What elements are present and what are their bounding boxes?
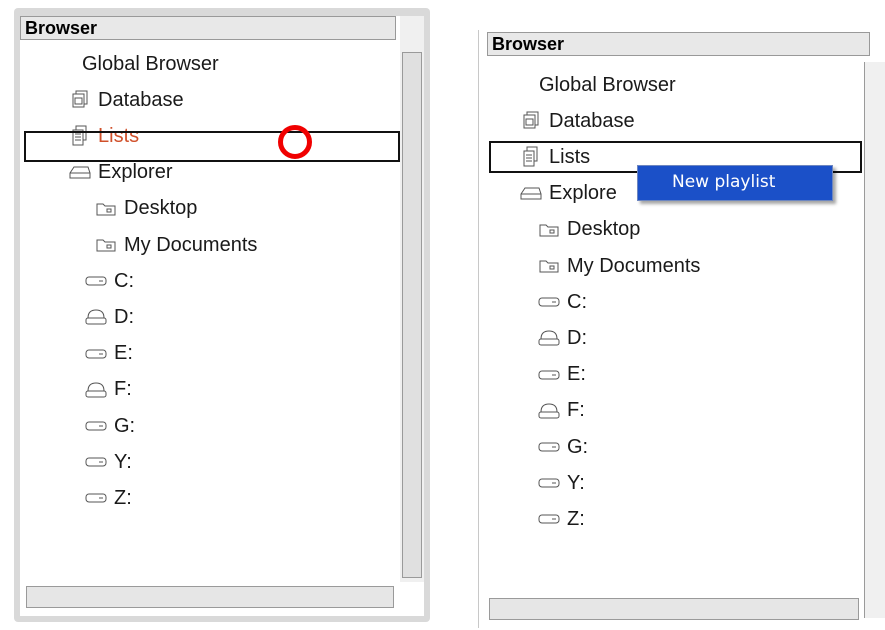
tree-item-label: E:: [114, 342, 133, 365]
tree-item-g[interactable]: G:: [84, 411, 135, 441]
folder-icon: [537, 255, 561, 277]
tree-item-label: Database: [549, 109, 635, 132]
horizontal-scrollbar[interactable]: [26, 586, 394, 608]
tree-item-label: E:: [567, 363, 586, 386]
tree-item-label: F:: [567, 399, 585, 422]
left-browser-panel: Browser Global Browser Database Lists Explo…: [14, 8, 430, 622]
hard-drive-icon: [537, 291, 561, 313]
database-icon: [519, 110, 543, 132]
tree-item-z[interactable]: Z:: [84, 483, 132, 513]
tree-item-f[interactable]: F:: [537, 396, 585, 426]
hard-drive-icon: [537, 364, 561, 386]
folder-icon: [537, 219, 561, 241]
tree-item-label: D:: [114, 305, 134, 328]
tree-item-e[interactable]: E:: [537, 360, 586, 390]
tree-item-g[interactable]: G:: [537, 432, 588, 462]
optical-drive-icon: [84, 379, 108, 401]
tree-item-label: Y:: [567, 471, 585, 494]
tree-item-label: G:: [114, 414, 136, 437]
hard-drive-icon: [84, 451, 108, 473]
database-icon: [68, 89, 92, 111]
hard-drive-icon: [84, 343, 108, 365]
tree-item-my-documents[interactable]: My Documents: [537, 251, 700, 281]
tree-item-label: My Documents: [124, 233, 258, 256]
browser-header: Browser: [487, 32, 870, 56]
click-indicator-circle: [278, 125, 312, 159]
tree-item-desktop[interactable]: Desktop: [537, 215, 640, 245]
drive-tray-icon: [519, 183, 543, 205]
tree-item-database[interactable]: Database: [68, 85, 184, 115]
optical-drive-icon: [537, 327, 561, 349]
tree-item-explore[interactable]: Explore: [519, 179, 617, 209]
folder-icon: [94, 234, 118, 256]
tree-item-global-browser[interactable]: Global Browser: [539, 70, 676, 100]
hard-drive-icon: [84, 270, 108, 292]
tree-item-c[interactable]: C:: [537, 287, 587, 317]
tree-item-label: My Documents: [567, 254, 701, 277]
tree-item-label: F:: [114, 378, 132, 401]
vertical-scrollbar[interactable]: [400, 16, 424, 582]
optical-drive-icon: [84, 306, 108, 328]
tree-item-label: Global Browser: [539, 73, 676, 96]
selected-row-outline: [24, 131, 400, 162]
tree-item-label: Z:: [567, 507, 585, 530]
tree-item-label: Explorer: [98, 161, 173, 184]
hard-drive-icon: [84, 487, 108, 509]
hard-drive-icon: [537, 436, 561, 458]
horizontal-scrollbar[interactable]: [489, 598, 859, 620]
tree-item-label: C:: [567, 290, 587, 313]
tree-item-label: Explore: [549, 182, 617, 205]
tree-item-explorer[interactable]: Explorer: [68, 158, 172, 188]
context-menu: New playlist: [637, 165, 833, 201]
hard-drive-icon: [537, 472, 561, 494]
browser-header: Browser: [20, 16, 396, 40]
tree-item-label: Database: [98, 88, 184, 111]
tree-item-my-documents[interactable]: My Documents: [94, 230, 257, 260]
context-menu-item-new-playlist[interactable]: New playlist: [672, 172, 775, 192]
optical-drive-icon: [537, 400, 561, 422]
tree-item-label: C:: [114, 269, 134, 292]
vertical-scrollbar[interactable]: [864, 62, 885, 618]
tree-item-label: G:: [567, 435, 589, 458]
tree-item-y[interactable]: Y:: [84, 447, 132, 477]
tree-item-d[interactable]: D:: [84, 302, 134, 332]
tree-item-label: Z:: [114, 486, 132, 509]
tree-item-database[interactable]: Database: [519, 106, 635, 136]
tree-item-label: Desktop: [567, 218, 641, 241]
scrollbar-thumb[interactable]: [402, 52, 422, 578]
tree-item-c[interactable]: C:: [84, 266, 134, 296]
hard-drive-icon: [537, 508, 561, 530]
tree-item-f[interactable]: F:: [84, 375, 132, 405]
left-browser-tree: Browser Global Browser Database Lists Explo…: [20, 16, 424, 616]
tree-item-label: D:: [567, 326, 587, 349]
tree-item-label: Global Browser: [82, 52, 219, 75]
tree-item-y[interactable]: Y:: [537, 468, 585, 498]
tree-item-d[interactable]: D:: [537, 323, 587, 353]
tree-item-desktop[interactable]: Desktop: [94, 194, 197, 224]
hard-drive-icon: [84, 415, 108, 437]
tree-item-label: Y:: [114, 450, 132, 473]
tree-item-global-browser[interactable]: Global Browser: [82, 49, 219, 79]
right-browser-tree: Browser Global Browser Database Lists Explo…: [478, 30, 885, 628]
tree-item-e[interactable]: E:: [84, 339, 133, 369]
tree-item-z[interactable]: Z:: [537, 504, 585, 534]
folder-icon: [94, 198, 118, 220]
drive-tray-icon: [68, 162, 92, 184]
tree-item-label: Desktop: [124, 197, 198, 220]
